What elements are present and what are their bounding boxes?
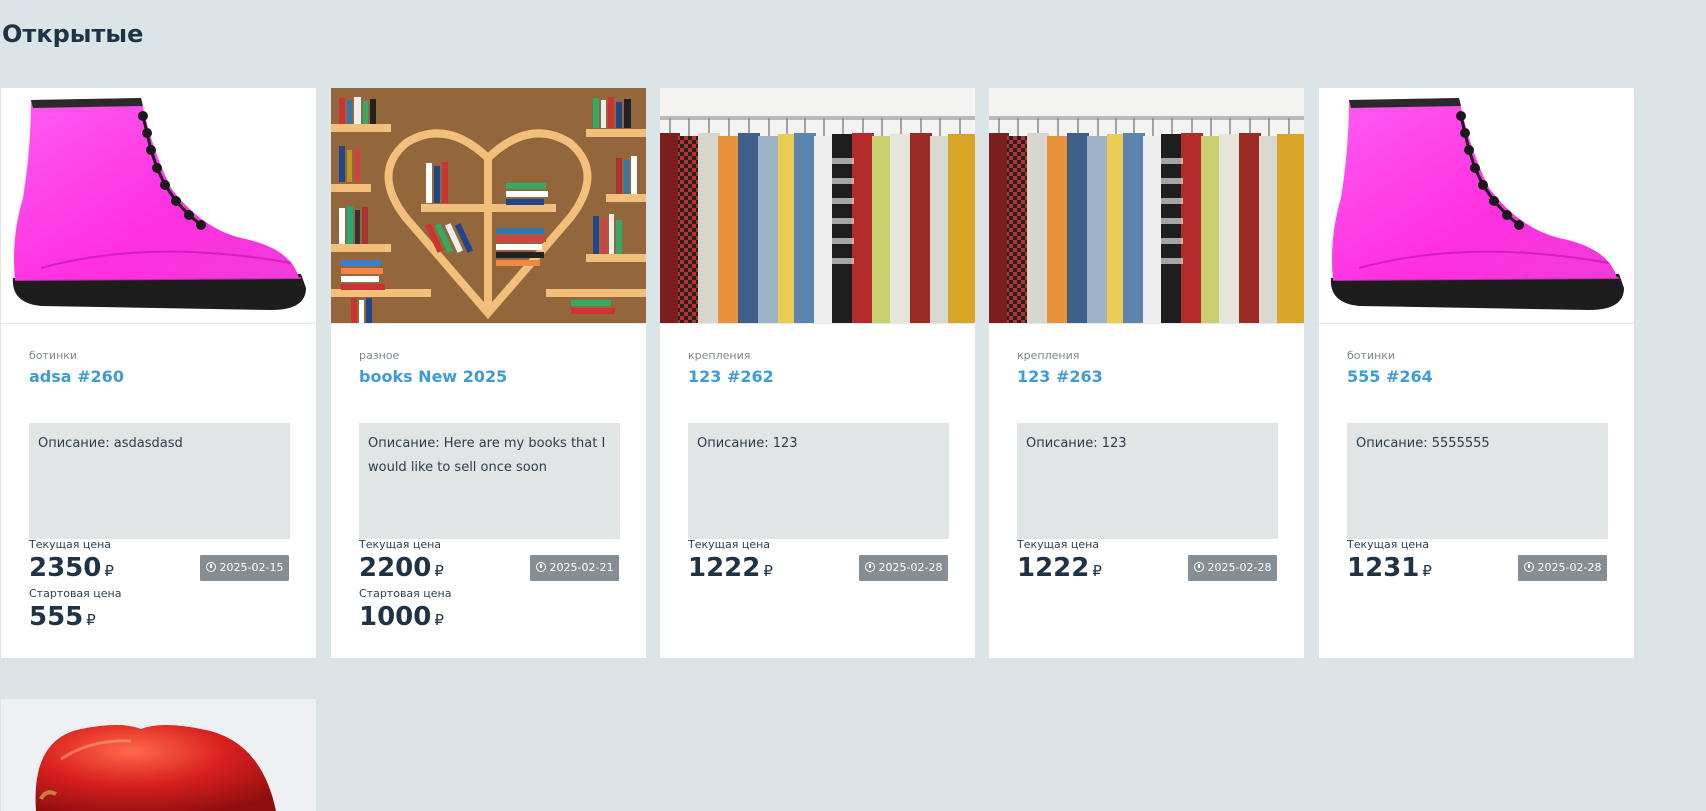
- ruble-icon: ₽: [434, 562, 444, 580]
- current-price-label: Текущая цена: [29, 538, 112, 551]
- current-price-label: Текущая цена: [1017, 538, 1100, 551]
- ruble-icon: ₽: [434, 611, 444, 629]
- category-label: разное: [359, 349, 400, 362]
- end-date-badge: 2025-02-21: [530, 555, 619, 581]
- ruble-icon: ₽: [763, 562, 773, 580]
- ruble-icon: ₽: [86, 611, 96, 629]
- category-label: ботинки: [1347, 349, 1396, 362]
- end-date-badge: 2025-02-28: [859, 555, 948, 581]
- product-title-link[interactable]: books New 2025: [359, 367, 507, 386]
- auction-card[interactable]: ботинки 555 #264 Описание: 5555555 Текущ…: [1319, 88, 1634, 658]
- current-price-label: Текущая цена: [688, 538, 771, 551]
- product-image[interactable]: [660, 88, 975, 324]
- start-price-label: Стартовая цена: [359, 587, 452, 600]
- auction-card[interactable]: крепления 123 #263 Описание: 123 Текущая…: [989, 88, 1304, 658]
- end-date-badge: 2025-02-28: [1188, 555, 1277, 581]
- product-title-link[interactable]: adsa #260: [29, 367, 124, 386]
- auction-card[interactable]: разное books New 2025 Описание: Here are…: [331, 88, 646, 658]
- ruble-icon: ₽: [1092, 562, 1102, 580]
- category-label: крепления: [688, 349, 751, 362]
- auction-card[interactable]: крепления 123 #262 Описание: 123 Текущая…: [660, 88, 975, 658]
- current-price-value: 1231 ₽: [1347, 553, 1432, 583]
- clock-icon: [1193, 562, 1204, 572]
- description-text: Описание: 123: [697, 436, 798, 451]
- product-title-link[interactable]: 555 #264: [1347, 367, 1433, 386]
- clock-icon: [864, 562, 875, 572]
- description-box: Описание: 123: [688, 423, 949, 539]
- description-text: Описание: 5555555: [1356, 436, 1490, 451]
- description-text: Описание: 123: [1026, 436, 1127, 451]
- product-image[interactable]: [1319, 88, 1634, 324]
- current-price-value: 2200 ₽: [359, 553, 444, 583]
- description-box: Описание: 5555555: [1347, 423, 1608, 539]
- start-price-label: Стартовая цена: [29, 587, 122, 600]
- clock-icon: [205, 562, 216, 572]
- description-text: Описание: Here are my books that I would…: [368, 436, 606, 475]
- category-label: крепления: [1017, 349, 1080, 362]
- description-box: Описание: 123: [1017, 423, 1278, 539]
- product-title-link[interactable]: 123 #263: [1017, 367, 1103, 386]
- auction-card-partial[interactable]: [1, 699, 316, 811]
- clock-icon: [1523, 562, 1534, 572]
- auction-card[interactable]: ботинки adsa #260 Описание: asdasdasd Те…: [1, 88, 316, 658]
- start-price-value: 555 ₽: [29, 602, 96, 632]
- description-box: Описание: asdasdasd: [29, 423, 290, 539]
- current-price-label: Текущая цена: [359, 538, 442, 551]
- clock-icon: [535, 562, 546, 572]
- product-image[interactable]: [331, 88, 646, 324]
- start-price-value: 1000 ₽: [359, 602, 444, 632]
- current-price-value: 1222 ₽: [688, 553, 773, 583]
- product-image[interactable]: [989, 88, 1304, 324]
- ruble-icon: ₽: [104, 562, 114, 580]
- end-date-badge: 2025-02-28: [1518, 555, 1607, 581]
- current-price-value: 1222 ₽: [1017, 553, 1102, 583]
- description-box: Описание: Here are my books that I would…: [359, 423, 620, 539]
- ruble-icon: ₽: [1422, 562, 1432, 580]
- end-date-badge: 2025-02-15: [200, 555, 289, 581]
- current-price-value: 2350 ₽: [29, 553, 114, 583]
- page-title: Открытые: [2, 20, 144, 48]
- current-price-label: Текущая цена: [1347, 538, 1430, 551]
- product-title-link[interactable]: 123 #262: [688, 367, 774, 386]
- product-image[interactable]: [1, 88, 316, 324]
- description-text: Описание: asdasdasd: [38, 436, 183, 451]
- product-image[interactable]: [1, 699, 316, 811]
- category-label: ботинки: [29, 349, 78, 362]
